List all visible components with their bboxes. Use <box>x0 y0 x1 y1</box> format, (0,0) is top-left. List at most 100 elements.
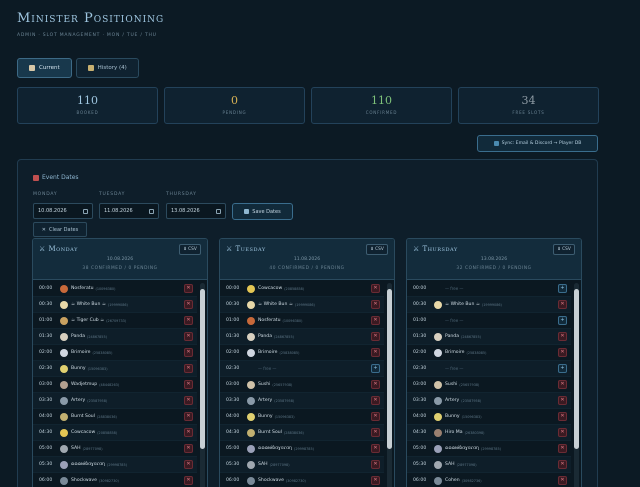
stat-label: Confirmed <box>365 110 398 115</box>
slot-time: 04:30 <box>39 430 53 435</box>
tuesday-date-input[interactable]: 11.08.2026 <box>99 203 159 219</box>
avatar <box>60 316 68 325</box>
slot-time: 05:30 <box>226 462 240 467</box>
remove-slot-button[interactable]: ✕ <box>371 396 380 405</box>
remove-slot-button[interactable]: ✕ <box>371 476 380 485</box>
scrollbar-thumb[interactable] <box>200 289 205 449</box>
remove-slot-button[interactable]: ✕ <box>558 380 567 389</box>
remove-slot-button[interactable]: ✕ <box>558 476 567 485</box>
remove-slot-button[interactable]: ✕ <box>184 476 193 485</box>
remove-slot-button[interactable]: ✕ <box>371 412 380 421</box>
calendar-picker-icon[interactable] <box>216 208 221 214</box>
slot-row: 03:30 Artery (23587958) ✕ <box>33 393 197 409</box>
player-id: (29998785) <box>107 462 127 467</box>
thursday-date-input[interactable]: 13.08.2026 <box>166 203 226 219</box>
remove-slot-button[interactable]: ✕ <box>184 428 193 437</box>
player-name: Cohen <box>445 478 460 483</box>
remove-slot-button[interactable]: ✕ <box>184 364 193 373</box>
sword-icon: ⚔ <box>226 245 236 253</box>
slot-row: 00:00 — free — + <box>407 281 571 297</box>
avatar <box>247 412 255 421</box>
remove-slot-button[interactable]: ✕ <box>371 332 380 341</box>
player-id: (24867855) <box>87 334 107 339</box>
remove-slot-button[interactable]: ✕ <box>558 412 567 421</box>
remove-slot-button[interactable]: ✕ <box>184 412 193 421</box>
remove-slot-button[interactable]: ✕ <box>184 396 193 405</box>
player-id: (29998785) <box>481 446 501 451</box>
remove-slot-button[interactable]: ✕ <box>371 348 380 357</box>
player-name: SAH <box>71 446 81 451</box>
remove-slot-button[interactable]: ✕ <box>558 428 567 437</box>
csv-download-button[interactable]: ⬇ CSV <box>179 244 201 255</box>
slot-row: 04:00 Burnt Soul (28838036) ✕ <box>33 409 197 425</box>
slot-time: 03:00 <box>226 382 240 387</box>
scrollbar-thumb[interactable] <box>574 289 579 449</box>
remove-slot-button[interactable]: ✕ <box>558 300 567 309</box>
scrollbar-thumb[interactable] <box>387 289 392 449</box>
slot-row: 00:30 ☕ White Bun ☕ (19999086) ✕ <box>33 297 197 313</box>
player-name: Hiro Ma <box>445 430 463 435</box>
player-id: (10096380) <box>95 286 116 291</box>
remove-slot-button[interactable]: ✕ <box>184 316 193 325</box>
remove-slot-button[interactable]: ✕ <box>558 348 567 357</box>
clear-dates-button[interactable]: ✕ Clear Dates <box>33 222 87 237</box>
tab-history[interactable]: History (4) <box>75 58 139 78</box>
remove-slot-button[interactable]: ✕ <box>371 284 380 293</box>
remove-slot-button[interactable]: ✕ <box>558 396 567 405</box>
remove-slot-button[interactable]: ✕ <box>184 348 193 357</box>
player-name: Panda <box>258 334 273 339</box>
remove-slot-button[interactable]: ✕ <box>371 444 380 453</box>
avatar <box>247 316 255 325</box>
csv-download-button[interactable]: ⬇ CSV <box>366 244 388 255</box>
player-id: (28977098) <box>456 462 477 467</box>
remove-slot-button[interactable]: ✕ <box>371 460 380 469</box>
remove-slot-button[interactable]: ✕ <box>371 380 380 389</box>
avatar <box>60 476 68 485</box>
remove-slot-button[interactable]: ✕ <box>184 300 193 309</box>
avatar <box>60 396 68 405</box>
slot-time: 00:00 <box>226 286 240 291</box>
day-title: ⚔ Thursday <box>413 245 458 253</box>
player-name: Sushi <box>258 382 271 387</box>
save-dates-button[interactable]: Save Dates <box>232 203 293 220</box>
calendar-picker-icon[interactable] <box>149 208 154 214</box>
player-name: Panda <box>445 334 460 339</box>
remove-slot-button[interactable]: ✕ <box>184 380 193 389</box>
player-name: Cowcacow <box>258 286 283 291</box>
remove-slot-button[interactable]: ✕ <box>371 428 380 437</box>
player-id: (24867855) <box>461 334 481 339</box>
sword-icon: ⚔ <box>39 245 49 253</box>
calendar-picker-icon[interactable] <box>83 208 88 214</box>
remove-slot-button[interactable]: ✕ <box>184 444 193 453</box>
avatar <box>60 332 68 341</box>
remove-slot-button[interactable]: ✕ <box>558 460 567 469</box>
slot-list: 00:00 Cowcacow (20858858) ✕ 00:30 ☕ White Bun… <box>220 281 384 487</box>
monday-date-input[interactable]: 10.08.2026 <box>33 203 93 219</box>
add-slot-button[interactable]: + <box>558 284 567 293</box>
add-slot-button[interactable]: + <box>371 364 380 373</box>
remove-slot-button[interactable]: ✕ <box>184 460 193 469</box>
tab-current[interactable]: Current <box>17 58 72 78</box>
stat-value: 110 <box>77 94 98 107</box>
add-slot-button[interactable]: + <box>558 364 567 373</box>
remove-slot-button[interactable]: ✕ <box>184 284 193 293</box>
slot-row: 06:00 Shockwave (30982730) ✕ <box>33 473 197 487</box>
remove-slot-button[interactable]: ✕ <box>371 316 380 325</box>
player-id: (15096383) <box>87 366 108 371</box>
remove-slot-button[interactable]: ✕ <box>371 300 380 309</box>
add-slot-button[interactable]: + <box>558 316 567 325</box>
avatar <box>247 284 255 293</box>
tuesday-date-value: 11.08.2026 <box>104 208 133 214</box>
player-name: ☕ Tiger Cub ☕ <box>71 318 105 323</box>
player-id: (20858858) <box>284 286 305 291</box>
remove-slot-button[interactable]: ✕ <box>558 332 567 341</box>
sync-button[interactable]: Sync: Email & Discord → Player DB <box>477 135 598 152</box>
player-name: ☕ White Bun ☕ <box>71 302 106 307</box>
slot-time: 06:00 <box>39 478 53 483</box>
remove-slot-button[interactable]: ✕ <box>184 332 193 341</box>
thursday-date-value: 13.08.2026 <box>171 208 200 214</box>
csv-download-button[interactable]: ⬇ CSV <box>553 244 575 255</box>
sync-button-label: Sync: Email & Discord → Player DB <box>501 141 582 146</box>
avatar <box>60 300 68 309</box>
remove-slot-button[interactable]: ✕ <box>558 444 567 453</box>
